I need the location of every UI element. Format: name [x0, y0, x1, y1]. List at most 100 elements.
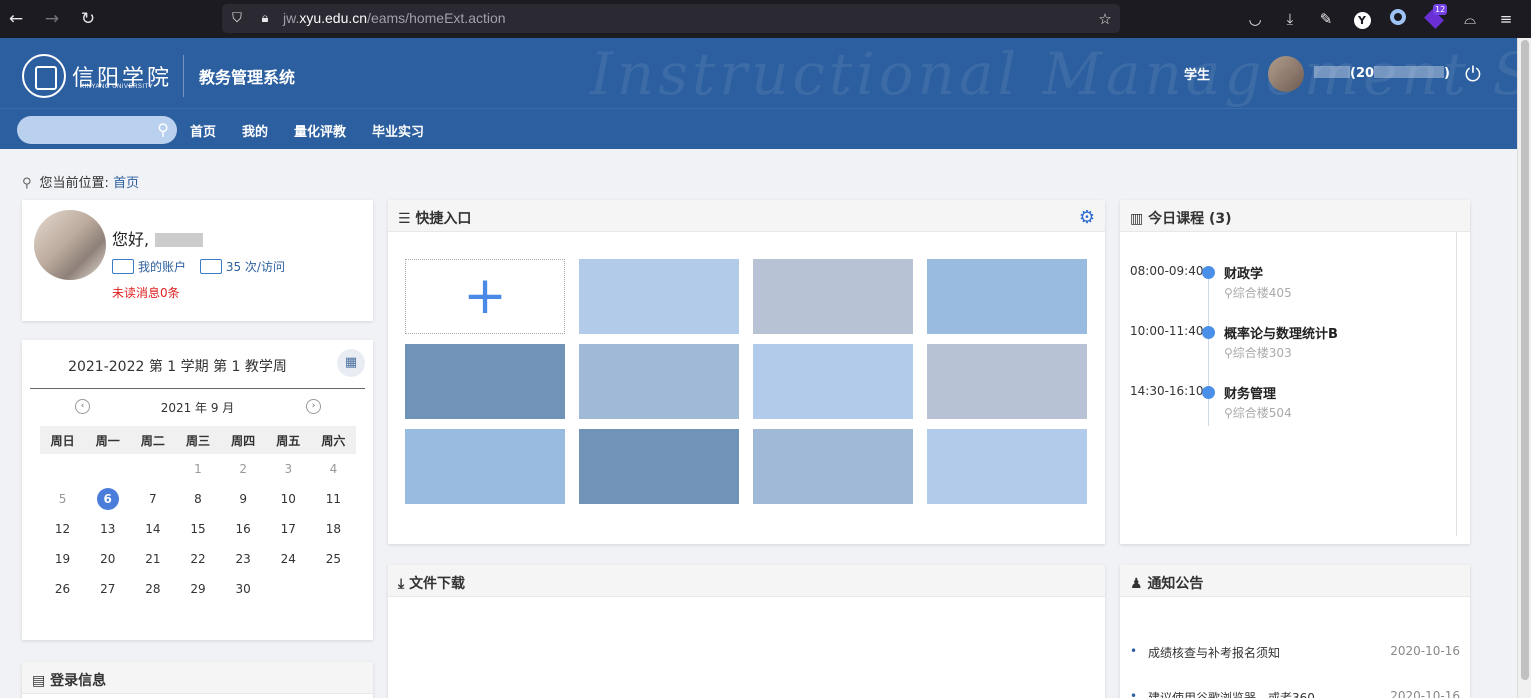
nav-home[interactable]: 首页 [190, 121, 216, 140]
calendar-day[interactable]: 30 [221, 574, 266, 604]
today-courses-panel: ▥ 今日课程 (3) 08:00-09:40 财政学 ⚲综合楼405 10:00-11… [1120, 200, 1470, 544]
today-marker[interactable]: 6 [96, 488, 119, 510]
notice-title[interactable]: 成绩核查与补考报名须知 [1148, 644, 1280, 661]
location-pin-icon: ⚲ [1224, 346, 1233, 360]
calendar-day[interactable]: 26 [40, 574, 85, 604]
calendar-day[interactable]: 29 [175, 574, 220, 604]
nav-evaluation[interactable]: 量化评教 [294, 121, 346, 140]
extension-badge-icon[interactable]: 12 [1424, 4, 1448, 29]
nav-mine[interactable]: 我的 [242, 121, 268, 140]
calendar-day[interactable]: 22 [175, 544, 220, 574]
reload-icon[interactable]: ↻ [78, 9, 98, 29]
url-domain: xyu.edu.cn [299, 10, 368, 26]
calendar-day[interactable]: 12 [40, 514, 85, 544]
calendar-day[interactable]: 9 [221, 484, 266, 514]
extension-hat-icon[interactable]: ⌓ [1460, 9, 1480, 29]
calendar-day[interactable]: 2 [221, 454, 266, 484]
calendar-day[interactable]: 25 [311, 544, 356, 574]
lock-icon[interactable]: 🔒︎ [255, 9, 275, 29]
nav-internship[interactable]: 毕业实习 [372, 121, 424, 140]
menu-icon[interactable]: ≡ [1496, 9, 1516, 29]
page-scrollbar[interactable] [1517, 38, 1531, 698]
shortcut-tile[interactable] [927, 344, 1087, 419]
calendar-day[interactable]: 17 [266, 514, 311, 544]
calendar-day[interactable]: 21 [130, 544, 175, 574]
calendar-day[interactable]: 19 [40, 544, 85, 574]
calendar-week-row: 1234 [40, 454, 356, 484]
shortcut-tile[interactable] [405, 344, 565, 419]
gear-icon[interactable]: ⚙ [1079, 209, 1095, 227]
shortcut-tile[interactable] [405, 429, 565, 504]
wrench-icon[interactable]: ✎ [1316, 9, 1336, 29]
shortcut-tile[interactable] [579, 259, 739, 334]
calendar-icon[interactable]: ▦ [337, 349, 365, 377]
calendar-day[interactable]: 6 [85, 484, 130, 514]
shortcut-tile[interactable] [753, 429, 913, 504]
notices-title: ♟ 通知公告 [1130, 573, 1203, 593]
extension-y-icon[interactable]: Y [1352, 9, 1372, 29]
calendar-grid: 周日 周一 周二 周三 周四 周五 周六 1 2 3 4 5 6 7 8 9 10 11 12 13 14 15 16 17… [40, 426, 356, 604]
shortcuts-title: ☰ 快捷入口 [398, 208, 471, 228]
back-icon[interactable]: ← [6, 9, 26, 29]
calendar-day[interactable]: 11 [311, 484, 356, 514]
page-scrollbar-thumb[interactable] [1521, 40, 1529, 680]
user-avatar[interactable] [1268, 56, 1304, 92]
add-shortcut-button[interactable]: + [405, 259, 565, 334]
calendar-day[interactable]: 18 [311, 514, 356, 544]
shortcut-tile[interactable] [927, 259, 1087, 334]
calendar-day[interactable]: 1 [175, 454, 220, 484]
weekday-header: 周三 [175, 426, 221, 454]
my-account-link[interactable]: 我的账户 [112, 259, 186, 274]
calendar-day[interactable]: 28 [130, 574, 175, 604]
bullet-icon: • [1130, 644, 1138, 658]
next-month-icon[interactable]: › [306, 399, 321, 414]
profile-links: 我的账户 35 次/访问 [112, 258, 295, 275]
browser-toolbar: ← → ↻ ⛉ 🔒︎ jw.xyu.edu.cn/eams/homeExt.ac… [0, 0, 1531, 38]
calendar-day[interactable]: 3 [266, 454, 311, 484]
course-timeline [1208, 266, 1209, 426]
shortcuts-title-text: 快捷入口 [415, 211, 472, 227]
shield-icon[interactable]: ⛉ [227, 9, 247, 29]
id-card-icon [112, 259, 134, 274]
calendar-day[interactable]: 27 [85, 574, 130, 604]
calendar-day[interactable]: 7 [130, 484, 175, 514]
courses-scrollbar[interactable] [1456, 232, 1470, 536]
shortcut-tile[interactable] [927, 429, 1087, 504]
breadcrumb-home-link[interactable]: 首页 [113, 176, 139, 191]
bookmark-star-icon[interactable]: ☆ [1095, 9, 1115, 29]
calendar-day[interactable]: 4 [311, 454, 356, 484]
search-input[interactable]: ⚲ [17, 116, 177, 144]
shortcut-tile[interactable] [579, 429, 739, 504]
user-name[interactable]: (20) [1314, 66, 1450, 81]
pocket-icon[interactable]: ◡ [1245, 9, 1265, 29]
weekday-header: 周日 [40, 426, 86, 454]
url-text[interactable]: jw.xyu.edu.cn/eams/homeExt.action [283, 10, 506, 26]
course-room: ⚲综合楼303 [1224, 344, 1292, 361]
calendar-day[interactable]: 15 [175, 514, 220, 544]
calendar-day[interactable]: 20 [85, 544, 130, 574]
notice-title[interactable]: 建议使用谷歌浏览器，或者360 [1148, 689, 1315, 698]
calendar-day[interactable]: 23 [221, 544, 266, 574]
calendar-day[interactable]: 24 [266, 544, 311, 574]
calendar-day[interactable]: 14 [130, 514, 175, 544]
calendar-day[interactable]: 10 [266, 484, 311, 514]
download-icon[interactable]: ⤓ [1280, 9, 1300, 29]
unread-messages[interactable]: 未读消息0条 [112, 284, 180, 301]
user-id-suffix: ) [1444, 66, 1450, 81]
calendar-day[interactable]: 16 [221, 514, 266, 544]
calendar-day[interactable]: 13 [85, 514, 130, 544]
calendar-week-row: 12 13 14 15 16 17 18 [40, 514, 356, 544]
calendar-day[interactable]: 8 [175, 484, 220, 514]
forward-icon[interactable]: → [42, 9, 62, 29]
login-info-header: ▤ 登录信息 [22, 662, 373, 694]
login-info-panel: ▤ 登录信息 [22, 662, 373, 698]
calendar-day[interactable]: 5 [40, 484, 85, 514]
profile-panel: 您好, 我的账户 35 次/访问 未读消息0条 [22, 200, 373, 321]
extension-ring-icon[interactable] [1388, 9, 1408, 29]
shortcut-tile[interactable] [579, 344, 739, 419]
shortcut-tile[interactable] [753, 344, 913, 419]
shortcut-tile[interactable] [753, 259, 913, 334]
logout-power-icon[interactable]: ⏻ [1465, 64, 1481, 84]
site-header: Instructional Management System 信阳学院 教务管… [0, 38, 1517, 108]
search-icon[interactable]: ⚲ [157, 120, 169, 139]
